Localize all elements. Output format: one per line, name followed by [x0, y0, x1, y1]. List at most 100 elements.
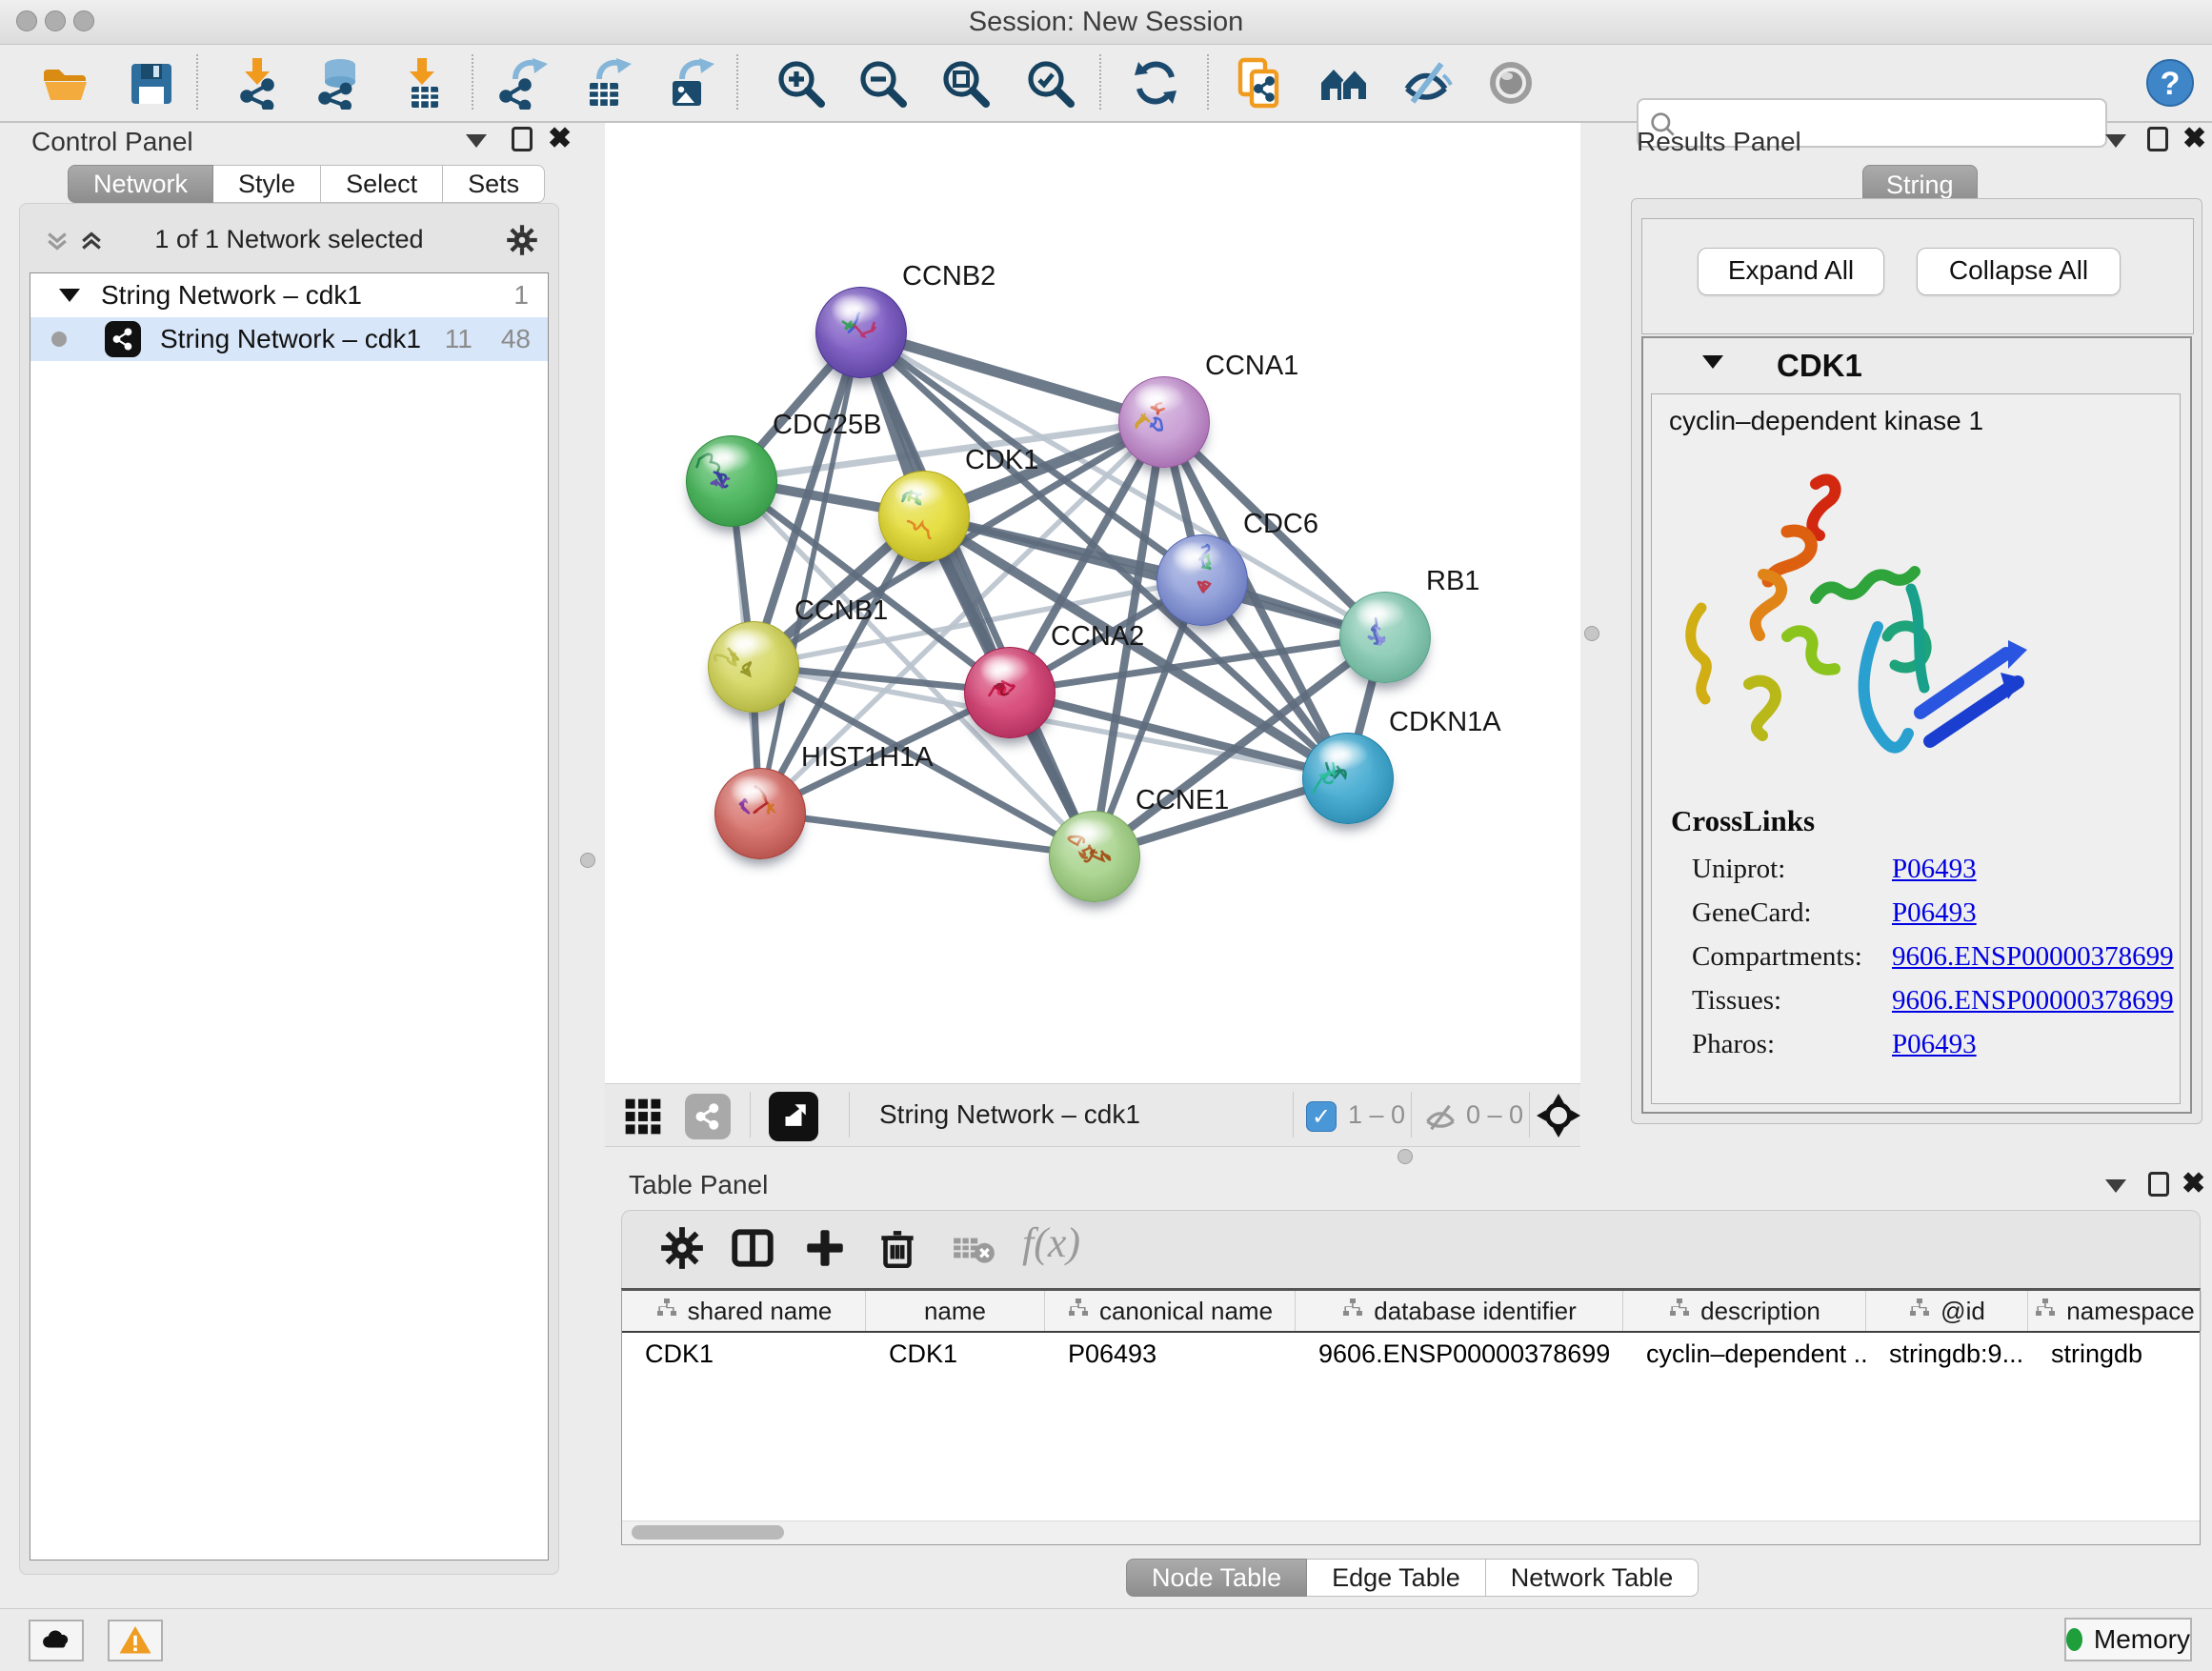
table-cell[interactable]: CDK1 [622, 1333, 866, 1375]
crosslink-link[interactable]: P06493 [1892, 897, 1977, 928]
section-collapse-icon[interactable] [1702, 355, 1723, 369]
section-title: CDK1 [1777, 348, 1862, 384]
delete-column-icon[interactable] [874, 1224, 925, 1276]
import-network-icon[interactable] [231, 56, 285, 110]
float-panel-icon[interactable] [2148, 1172, 2169, 1197]
horizontal-scrollbar[interactable] [622, 1520, 2200, 1544]
network-node-CDC25B[interactable] [686, 435, 777, 527]
vertical-splitter-handle[interactable] [1584, 626, 1599, 641]
gear-icon[interactable] [658, 1224, 710, 1276]
tab-style[interactable]: Style [213, 165, 321, 203]
network-overview-icon[interactable] [1317, 56, 1371, 110]
node-table[interactable]: shared namenamecanonical namedatabase id… [621, 1288, 2201, 1545]
table-cell[interactable]: P06493 [1045, 1333, 1296, 1375]
import-table-icon[interactable] [396, 56, 450, 110]
cloud-button[interactable] [29, 1620, 84, 1661]
export-network-icon[interactable] [496, 56, 550, 110]
tab-network[interactable]: Network [68, 165, 213, 203]
table-cell[interactable]: CDK1 [866, 1333, 1045, 1375]
network-node-CCNA2[interactable] [964, 647, 1056, 738]
export-image-icon[interactable] [663, 56, 716, 110]
vertical-splitter-handle[interactable] [580, 853, 595, 868]
network-node-CCNB1[interactable] [708, 621, 799, 713]
table-cell[interactable]: stringdb:9... [1866, 1333, 2028, 1375]
help-icon[interactable]: ? [2143, 56, 2197, 110]
network-node-RB1[interactable] [1339, 592, 1431, 683]
network-row-selected[interactable]: String Network – cdk1 11 48 [30, 317, 548, 361]
network-node-CDKN1A[interactable] [1302, 733, 1394, 824]
network-node-CCNE1[interactable] [1049, 811, 1140, 902]
close-panel-icon[interactable]: ✖ [2182, 1170, 2205, 1198]
table-cell[interactable]: stringdb [2028, 1333, 2202, 1375]
tab-select[interactable]: Select [321, 165, 443, 203]
close-panel-icon[interactable]: ✖ [2182, 125, 2206, 153]
add-column-icon[interactable] [801, 1224, 853, 1276]
table-row[interactable]: CDK1CDK1P064939606.ENSP00000378699cyclin… [622, 1333, 2200, 1375]
gear-icon[interactable] [505, 223, 539, 262]
tab-edge-table[interactable]: Edge Table [1307, 1559, 1486, 1597]
column-type-icon [2034, 1297, 2057, 1326]
float-panel-icon[interactable] [512, 127, 533, 151]
show-column-icon[interactable] [729, 1224, 780, 1276]
close-panel-icon[interactable]: ✖ [548, 125, 572, 153]
import-database-icon[interactable] [312, 56, 365, 110]
network-node-CCNB2[interactable] [815, 287, 907, 378]
zoom-out-icon[interactable] [855, 56, 909, 110]
horizontal-splitter-handle[interactable] [1398, 1149, 1413, 1164]
column-header-canonical-name[interactable]: canonical name [1045, 1291, 1296, 1331]
scrollbar-thumb[interactable] [632, 1525, 784, 1540]
save-session-icon[interactable] [124, 56, 177, 110]
refresh-icon[interactable] [1129, 56, 1182, 110]
open-session-icon[interactable] [38, 56, 91, 110]
clone-network-icon[interactable] [1233, 56, 1286, 110]
tree-expander-icon[interactable] [59, 289, 80, 302]
memory-button[interactable]: Memory [2064, 1618, 2192, 1661]
crosslink-link[interactable]: P06493 [1892, 1029, 1977, 1059]
table-cell[interactable]: cyclin–dependent ... [1623, 1333, 1866, 1375]
expand-all-button[interactable]: Expand All [1698, 248, 1884, 295]
grid-view-icon[interactable] [622, 1096, 664, 1142]
crosslink-link[interactable]: P06493 [1892, 854, 1977, 884]
network-node-CDC6[interactable] [1156, 534, 1248, 626]
collapse-all-button[interactable]: Collapse All [1917, 248, 2121, 295]
column-header-description[interactable]: description [1623, 1291, 1866, 1331]
warning-button[interactable] [108, 1620, 163, 1661]
column-header-shared-name[interactable]: shared name [622, 1291, 866, 1331]
statusbar-separator [1293, 1092, 1294, 1137]
zoom-fit-icon[interactable] [938, 56, 992, 110]
string-share-icon[interactable] [685, 1094, 731, 1139]
birds-eye-view-icon[interactable] [769, 1092, 818, 1141]
column-header-database-identifier[interactable]: database identifier [1296, 1291, 1623, 1331]
network-edge[interactable] [759, 332, 860, 813]
show-panel-eye-icon[interactable] [1484, 56, 1538, 110]
network-collection-row[interactable]: String Network – cdk1 1 [30, 273, 548, 317]
crosslink-link[interactable]: 9606.ENSP00000378699 [1892, 985, 2174, 1016]
hide-panel-eye-icon[interactable] [1401, 56, 1455, 110]
column-header-namespace[interactable]: namespace [2028, 1291, 2202, 1331]
collapse-panel-icon[interactable] [466, 134, 487, 148]
network-node-CCNA1[interactable] [1118, 376, 1210, 468]
column-header-@id[interactable]: @id [1866, 1291, 2028, 1331]
node-label-CDC6: CDC6 [1243, 509, 1318, 540]
tab-network-table[interactable]: Network Table [1486, 1559, 1699, 1597]
zoom-selected-icon[interactable] [1023, 56, 1076, 110]
fit-content-crosshair-icon[interactable] [1537, 1094, 1580, 1142]
collapse-panel-icon[interactable] [2105, 134, 2126, 148]
network-node-HIST1H1A[interactable] [714, 768, 806, 859]
glass-highlight [723, 628, 774, 658]
crosslink-link[interactable]: 9606.ENSP00000378699 [1892, 941, 2174, 972]
export-table-icon[interactable] [580, 56, 633, 110]
column-header-name[interactable]: name [866, 1291, 1045, 1331]
tab-sets[interactable]: Sets [443, 165, 545, 203]
column-label: description [1700, 1297, 1820, 1326]
network-edge[interactable] [759, 813, 1094, 856]
network-canvas[interactable]: CCNB2CCNA1CDC25BCDK1CDC6RB1CCNB1CCNA2CDK… [605, 123, 1580, 1083]
float-panel-icon[interactable] [2147, 127, 2168, 151]
tab-node-table[interactable]: Node Table [1126, 1559, 1307, 1597]
zoom-in-icon[interactable] [774, 56, 827, 110]
table-cell[interactable]: 9606.ENSP00000378699 [1296, 1333, 1623, 1375]
table-panel-title: Table Panel [629, 1170, 768, 1200]
network-node-CDK1[interactable] [878, 471, 970, 562]
collapse-panel-icon[interactable] [2105, 1179, 2126, 1193]
selected-checkbox-icon[interactable]: ✓ [1306, 1101, 1337, 1132]
